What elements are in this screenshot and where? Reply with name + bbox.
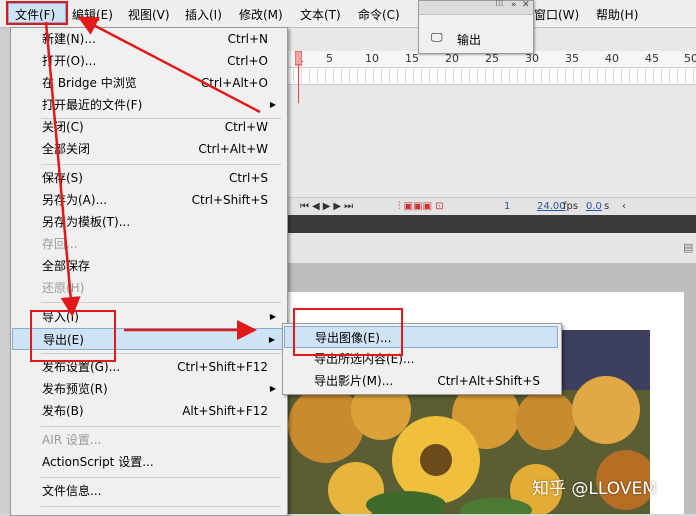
annotation-arrows	[44, 16, 261, 340]
